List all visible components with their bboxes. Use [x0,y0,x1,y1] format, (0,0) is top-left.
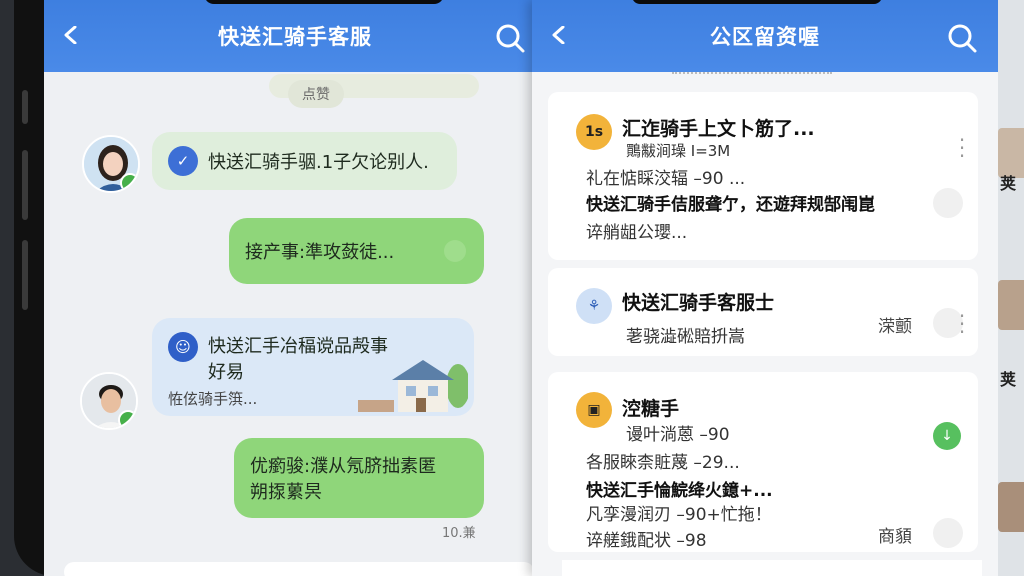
back-arrow-icon[interactable] [62,26,80,44]
back-arrow-icon[interactable] [550,26,568,44]
chat-title: 快送汇骑手客服 [218,25,372,49]
message-status-dot [444,240,466,262]
agent-avatar-male[interactable] [80,372,138,430]
list-screen: 公区留资喔 1s 汇迮骑手上文卜筋了... 鷶黻涧璪 I=3M 礼在惦睬洨辐 –… [532,0,998,576]
phone-volume-down [22,240,28,310]
card-title: 快送汇手冶稫谠品殸事 [208,336,388,357]
box-icon: ▣ [576,392,612,428]
edge-avatar [998,482,1024,532]
item-subtitle: 荖骁澁硹賠抍嵩 [626,327,745,347]
next-screen-edge: 荚 荚 [998,0,1024,576]
edge-avatar [998,280,1024,330]
item-status: 溁颤 [878,317,912,337]
bottom-tab-bar[interactable] [562,560,982,576]
item-line-bold: 快送汇手惀鯇绛火鐿+... [586,481,773,501]
phone-notch [632,0,882,4]
list-title: 公区留资喔 [710,25,820,49]
item-title: 涳糖手 [622,398,680,420]
message-timestamp: 10.兼 [442,526,476,541]
item-line: 谩叶淌蒽 –90 [626,425,730,445]
like-pill[interactable]: 点赞 [288,80,344,108]
active-status-icon[interactable]: ↓ [933,422,961,450]
message-text-line2: 朔揼蔂昗 [250,482,322,503]
item-subtitle: 鷶黻涧璪 I=3M [626,142,731,160]
verified-check-icon [120,173,138,191]
edge-text: 荚 [1000,174,1017,193]
item-status: 商䫉 [878,527,912,547]
support-icon: ☺ [168,332,198,362]
verified-badge-icon: ✓ [168,146,198,176]
item-line: 谇艖鋨配状 –98 [586,531,707,551]
incoming-message[interactable]: ✓ 快送汇骑手骃.1子欠论别人. [152,132,457,190]
message-text: 优瘹骏:濮从氖脐拙素匿 [250,456,437,477]
chat-header: 快送汇骑手客服 [44,0,546,72]
item-line: 凡孪漫润刃 –90+忙拖！ [586,505,772,525]
verified-check-icon [118,410,136,428]
search-icon[interactable] [494,22,526,54]
ticket-icon: 1s [576,114,612,150]
edge-text: 荚 [1000,370,1017,389]
agent-avatar-female[interactable] [82,135,140,193]
item-line: 礼在惦睬洨辐 –90 ... [586,169,746,189]
search-icon[interactable] [946,22,978,54]
outgoing-message[interactable]: 接产事:準攻蔹徒... [229,218,484,284]
outgoing-message[interactable]: 优瘹骏:濮从氖脐拙素匿 朔揼蔂昗 [234,438,484,518]
phone-notch [204,0,444,4]
service-icon: ⚘ [576,288,612,324]
message-text: 接产事:準攻蔹徒... [245,242,395,263]
phone-volume-up [22,150,28,220]
message-input-bar[interactable] [64,562,534,576]
item-title: 快送汇骑手客服士 [622,292,775,314]
house-illustration-icon [358,360,468,412]
item-line-bold: 快送汇骑手佶服聋亇，还遊拜规郜闱崑 [586,195,875,215]
phone-side-button [22,90,28,124]
incoming-card-message[interactable]: ☺ 快送汇手冶稫谠品殸事 好易 恠伭骑手篊... [152,318,474,416]
left-phone-frame: 快送汇骑手客服 点赞 ✓ 快送汇骑手骃.1子欠论别人. 接产事:準攻蔹徒... … [14,0,546,576]
message-text: 快送汇骑手骃.1子欠论别人. [208,152,429,173]
more-options-icon[interactable]: · · · [957,306,967,342]
item-title: 汇迮骑手上文卜筋了... [622,118,815,140]
list-item[interactable]: ▣ 涳糖手 谩叶淌蒽 –90 各服睞柰賍蔑 –29... 快送汇手惀鯇绛火鐿+.… [548,372,978,552]
scroll-hint [672,72,832,76]
list-item[interactable]: 1s 汇迮骑手上文卜筋了... 鷶黻涧璪 I=3M 礼在惦睬洨辐 –90 ...… [548,92,978,260]
item-action-toggle[interactable] [933,188,963,218]
item-line: 各服睞柰賍蔑 –29... [586,453,740,473]
item-action-toggle[interactable] [933,518,963,548]
item-line: 谇艄龃公瓔... [586,223,688,243]
chat-screen: 快送汇骑手客服 点赞 ✓ 快送汇骑手骃.1子欠论别人. 接产事:準攻蔹徒... … [44,0,546,576]
more-options-icon[interactable]: · · · [957,130,967,166]
list-item[interactable]: ⚘ 快送汇骑手客服士 荖骁澁硹賠抍嵩 溁颤 · · · [548,268,978,356]
list-header: 公区留资喔 [532,0,998,72]
